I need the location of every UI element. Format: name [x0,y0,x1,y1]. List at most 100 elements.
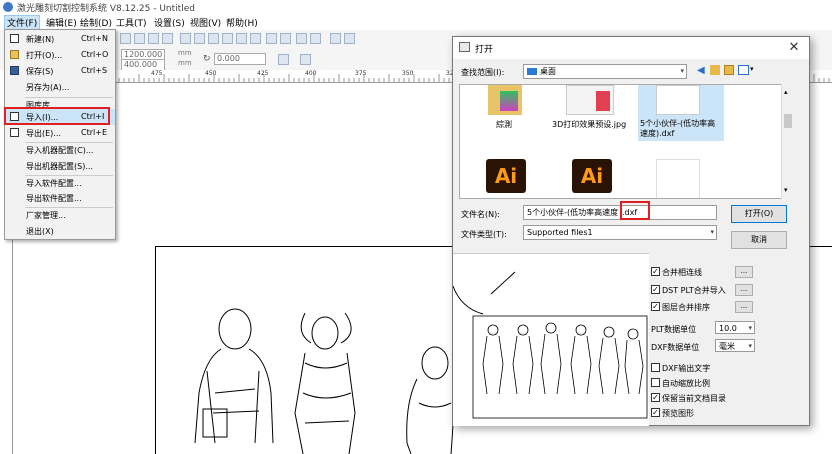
zoom-page-icon[interactable] [162,33,173,44]
menu-view[interactable]: 视图(V) [188,16,223,29]
menu-item-import-machine-config[interactable]: 导入机器配置(C)... [5,142,115,158]
scroll-thumb[interactable] [784,114,792,128]
back-icon[interactable]: ◀ [697,65,705,76]
scroll-down-icon[interactable]: ▾ [784,186,788,194]
ruler-label: 400 [305,70,317,77]
open-button[interactable]: 打开(O) [731,205,787,223]
menu-item-import-software-config[interactable]: 导入软件配置... [5,175,115,191]
menu-item-shortcut: Ctrl+E [81,128,107,137]
keep-directory-checkbox[interactable]: ✓ [651,393,660,402]
rect-icon[interactable] [236,33,247,44]
filename-value: 5个小伙伴-(低功率高速度 [527,208,619,217]
zoom-in-icon[interactable] [120,33,131,44]
auto-scale-checkbox[interactable] [651,378,660,387]
filetype-select[interactable]: Supported files1 ▾ [523,225,717,240]
menu-item-open[interactable]: 打开(O)... Ctrl+O [5,47,115,63]
point-icon[interactable] [280,33,291,44]
cancel-button[interactable]: 取消 [731,231,787,249]
file-list-scrollbar[interactable]: ▴ ▾ [781,84,794,199]
layer-merge-sort-checkbox[interactable]: ✓ [651,302,660,311]
option-label: 合并相连线 [662,268,702,277]
menu-item-save-as[interactable]: 另存为(A)... [5,79,115,95]
menu-tools[interactable]: 工具(T) [114,16,149,29]
text-icon[interactable] [266,33,277,44]
menu-item-export-software-config[interactable]: 导出软件配置... [5,190,115,206]
preview-drawing [453,271,648,419]
node-edit-icon[interactable] [194,33,205,44]
mirror-v-icon[interactable] [310,33,321,44]
lookin-label: 查找范围(I): [461,68,505,77]
array-icon[interactable] [330,33,341,44]
menu-item-label: 导入机器配置(C)... [26,146,94,155]
line-icon[interactable] [208,33,219,44]
ellipse-icon[interactable] [250,33,261,44]
menu-item-export[interactable]: 导出(E)... Ctrl+E [5,125,115,141]
new-folder-icon[interactable] [724,65,734,75]
align-icon[interactable] [344,33,355,44]
blank-file-icon[interactable] [656,159,700,198]
menu-item-label: 退出(X) [26,227,54,236]
menu-item-new[interactable]: 新建(N) Ctrl+N [5,31,115,47]
menu-item-label: 另存为(A)... [26,83,70,92]
new-file-icon [10,34,19,43]
file-item-selected[interactable]: 5个小伙伴-(低功率高速度).dxf [638,85,724,141]
dst-plt-merge-checkbox[interactable]: ✓ [651,285,660,294]
zoom-fit-icon[interactable] [148,33,159,44]
dxf-text-checkbox[interactable] [651,363,660,372]
open-file-dialog: 打开 ✕ 查找范围(I): 桌面 ▾ ◀ ▾ 綜測 3D打印效果预设.jpg 5… [452,36,810,426]
ruler-label: 425 [257,70,269,77]
filetype-value: Supported files1 [527,228,593,237]
file-item[interactable]: 綜測 [478,85,538,129]
view-menu-icon[interactable] [738,65,749,75]
file-list[interactable]: 綜測 3D打印效果预设.jpg 5个小伙伴-(低功率高速度).dxf Ai Ai [459,84,789,199]
menu-edit[interactable]: 编辑(E) [44,16,79,29]
option-label: 保留当前文档目录 [662,394,726,403]
dialog-title-bar: 打开 ✕ [453,37,809,59]
menu-help[interactable]: 帮助(H) [224,16,260,29]
preview-checkbox[interactable]: ✓ [651,408,660,417]
scroll-up-icon[interactable]: ▴ [784,88,788,96]
menu-item-exit[interactable]: 退出(X) [5,223,115,239]
up-folder-icon[interactable] [710,65,720,75]
file-item[interactable]: Ai [572,159,612,193]
lock-icon[interactable] [278,54,289,65]
dxf-unit-label: DXF数据单位 [651,343,700,352]
ruler-label: 375 [355,70,367,77]
apply-icon[interactable] [300,54,311,65]
polyline-icon[interactable] [222,33,233,44]
illustrator-file-icon: Ai [486,159,526,193]
option-more-button[interactable]: ... [735,284,753,296]
menu-item-vendor-management[interactable]: 厂家管理... [5,207,115,223]
title-bar: 激光雕刻切割控制系统 V8.12.25 - Untitled [0,0,832,14]
highlight-box-extension [620,201,650,220]
select-icon[interactable] [180,33,191,44]
menu-item-label: 导出软件配置... [26,194,82,203]
lookin-value: 桌面 [540,67,556,76]
menu-item-label: 打开(O)... [26,51,63,60]
menu-item-save[interactable]: 保存(S) Ctrl+S [5,63,115,79]
option-more-button[interactable]: ... [735,301,753,313]
file-name: 3D打印效果预设.jpg [552,120,627,129]
rotate-field[interactable]: 0.000 [214,53,266,65]
close-icon[interactable]: ✕ [785,40,803,56]
option-label: 预览图形 [662,409,694,418]
mirror-h-icon[interactable] [296,33,307,44]
preview-panel [453,253,649,426]
file-item[interactable]: 3D打印效果预设.jpg [552,85,636,129]
menu-settings[interactable]: 设置(S) [152,16,187,29]
option-more-button[interactable]: ... [735,266,753,278]
plt-unit-select[interactable]: 10.0 ▾ [715,321,755,334]
lookin-select[interactable]: 桌面 ▾ [523,64,687,79]
file-name: 5个小伙伴-(低功率高速度).dxf [640,119,716,138]
menu-file[interactable]: 文件(F) [4,15,41,30]
dxf-unit-select[interactable]: 毫米 ▾ [715,339,755,352]
zoom-out-icon[interactable] [134,33,145,44]
view-chevron-icon[interactable]: ▾ [750,65,754,73]
menu-draw[interactable]: 绘制(D) [78,16,114,29]
merge-lines-checkbox[interactable]: ✓ [651,267,660,276]
plt-unit-label: PLT数据单位 [651,325,697,334]
desktop-icon [527,68,537,75]
menu-item-export-machine-config[interactable]: 导出机器配置(S)... [5,158,115,174]
ruler-label: 450 [205,70,217,77]
file-item[interactable]: Ai [486,159,526,193]
